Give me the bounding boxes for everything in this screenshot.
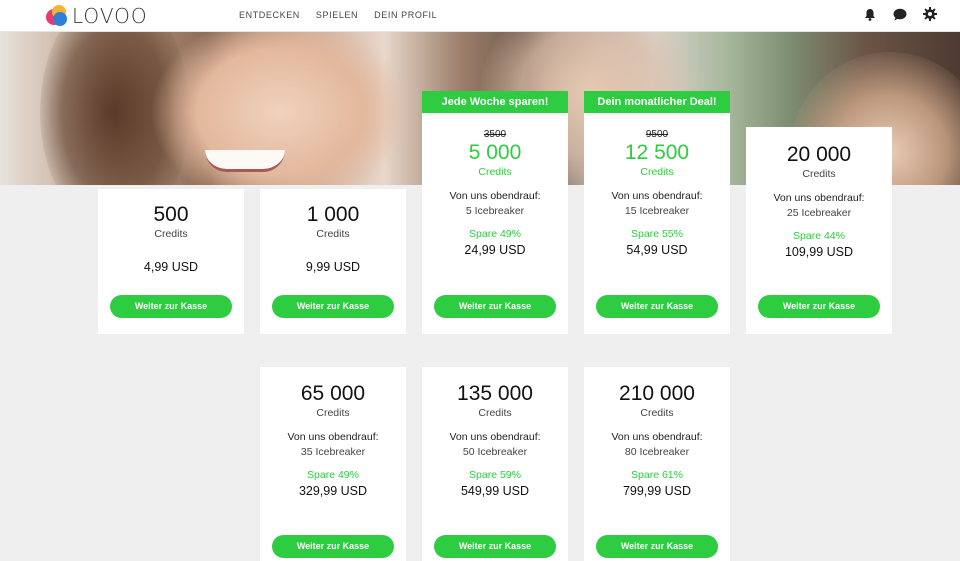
credit-package-65000: 65 000 Credits Von uns obendrauf: 35 Ice… [260,367,406,561]
bonus-value: 15 Icebreaker [624,205,690,217]
credit-amount: 210 000 [619,382,695,405]
checkout-button[interactable]: Weiter zur Kasse [272,535,394,558]
credit-package-210000: 210 000 Credits Von uns obendrauf: 80 Ic… [584,367,730,561]
bonus-value: 50 Icebreaker [462,446,528,458]
package-price: 109,99 USD [784,245,854,259]
credit-unit: Credits [316,228,350,240]
package-price: 799,99 USD [622,484,692,498]
checkout-button[interactable]: Weiter zur Kasse [434,295,556,318]
bonus-label: Von uns obendrauf: [449,190,541,202]
chat-bubble-icon[interactable] [892,6,908,22]
logo-mark-icon [46,5,68,27]
savings-label: Spare 49% [307,469,359,481]
credit-package-20000: 20 000 Credits Von uns obendrauf: 25 Ice… [746,127,892,334]
deal-ribbon: Jede Woche sparen! [422,91,568,113]
credit-package-135000: 135 000 Credits Von uns obendrauf: 50 Ic… [422,367,568,561]
credit-unit: Credits [802,168,836,180]
credit-amount: 65 000 [300,382,366,405]
credit-amount: 135 000 [457,382,533,405]
nav-dein-profil[interactable]: DEIN PROFIL [374,10,437,20]
package-price: 54,99 USD [626,243,688,257]
logo-text: LOVOO [72,4,148,28]
bonus-label: Von uns obendrauf: [287,431,379,443]
credit-unit: Credits [316,407,350,419]
savings-label: Spare 44% [793,230,845,242]
checkout-button[interactable]: Weiter zur Kasse [596,535,718,558]
package-price: 4,99 USD [143,260,199,274]
savings-label: Spare 49% [469,228,521,240]
nav-spielen[interactable]: SPIELEN [316,10,358,20]
checkout-button[interactable]: Weiter zur Kasse [434,535,556,558]
savings-label: Spare 55% [631,228,683,240]
credit-amount: 5 000 [468,141,522,164]
credit-package-1000: 1 000 Credits 9,99 USD Weiter zur Kasse [260,189,406,334]
credit-unit: Credits [640,166,674,178]
bonus-value: 80 Icebreaker [624,446,690,458]
credit-unit: Credits [640,407,674,419]
main-nav: ENTDECKEN SPIELEN DEIN PROFIL [239,10,437,20]
savings-label: Spare 59% [469,469,521,481]
package-price: 9,99 USD [305,260,361,274]
savings-label: Spare 61% [631,469,683,481]
old-credit-amount: 9500 [645,129,669,140]
bonus-value: 35 Icebreaker [300,446,366,458]
top-bar: LOVOO ENTDECKEN SPIELEN DEIN PROFIL [0,0,960,32]
nav-entdecken[interactable]: ENTDECKEN [239,10,300,20]
package-price: 24,99 USD [464,243,526,257]
package-price: 549,99 USD [460,484,530,498]
checkout-button[interactable]: Weiter zur Kasse [272,295,394,318]
lovoo-logo[interactable]: LOVOO [46,4,148,28]
credit-unit: Credits [478,166,512,178]
credit-amount: 20 000 [786,143,852,166]
checkout-button[interactable]: Weiter zur Kasse [758,295,880,318]
credit-amount: 500 [153,203,189,226]
package-price: 329,99 USD [298,484,368,498]
checkout-button[interactable]: Weiter zur Kasse [596,295,718,318]
gear-icon[interactable] [922,6,938,22]
credit-amount: 12 500 [624,141,690,164]
credit-amount: 1 000 [306,203,360,226]
credit-package-12500: Dein monatlicher Deal! 9500 12 500 Credi… [584,91,730,334]
old-credit-amount: 3500 [483,129,507,140]
bonus-label: Von uns obendrauf: [449,431,541,443]
bonus-value: 5 Icebreaker [465,205,525,217]
bell-icon[interactable] [862,6,878,22]
credit-package-500: 500 Credits 4,99 USD Weiter zur Kasse [98,189,244,334]
bonus-value: 25 Icebreaker [786,207,852,219]
credit-unit: Credits [154,228,188,240]
deal-ribbon: Dein monatlicher Deal! [584,91,730,113]
bonus-label: Von uns obendrauf: [611,431,703,443]
checkout-button[interactable]: Weiter zur Kasse [110,295,232,318]
header-icons [862,6,938,22]
credit-unit: Credits [478,407,512,419]
bonus-label: Von uns obendrauf: [773,192,865,204]
credit-package-5000: Jede Woche sparen! 3500 5 000 Credits Vo… [422,91,568,334]
bonus-label: Von uns obendrauf: [611,190,703,202]
